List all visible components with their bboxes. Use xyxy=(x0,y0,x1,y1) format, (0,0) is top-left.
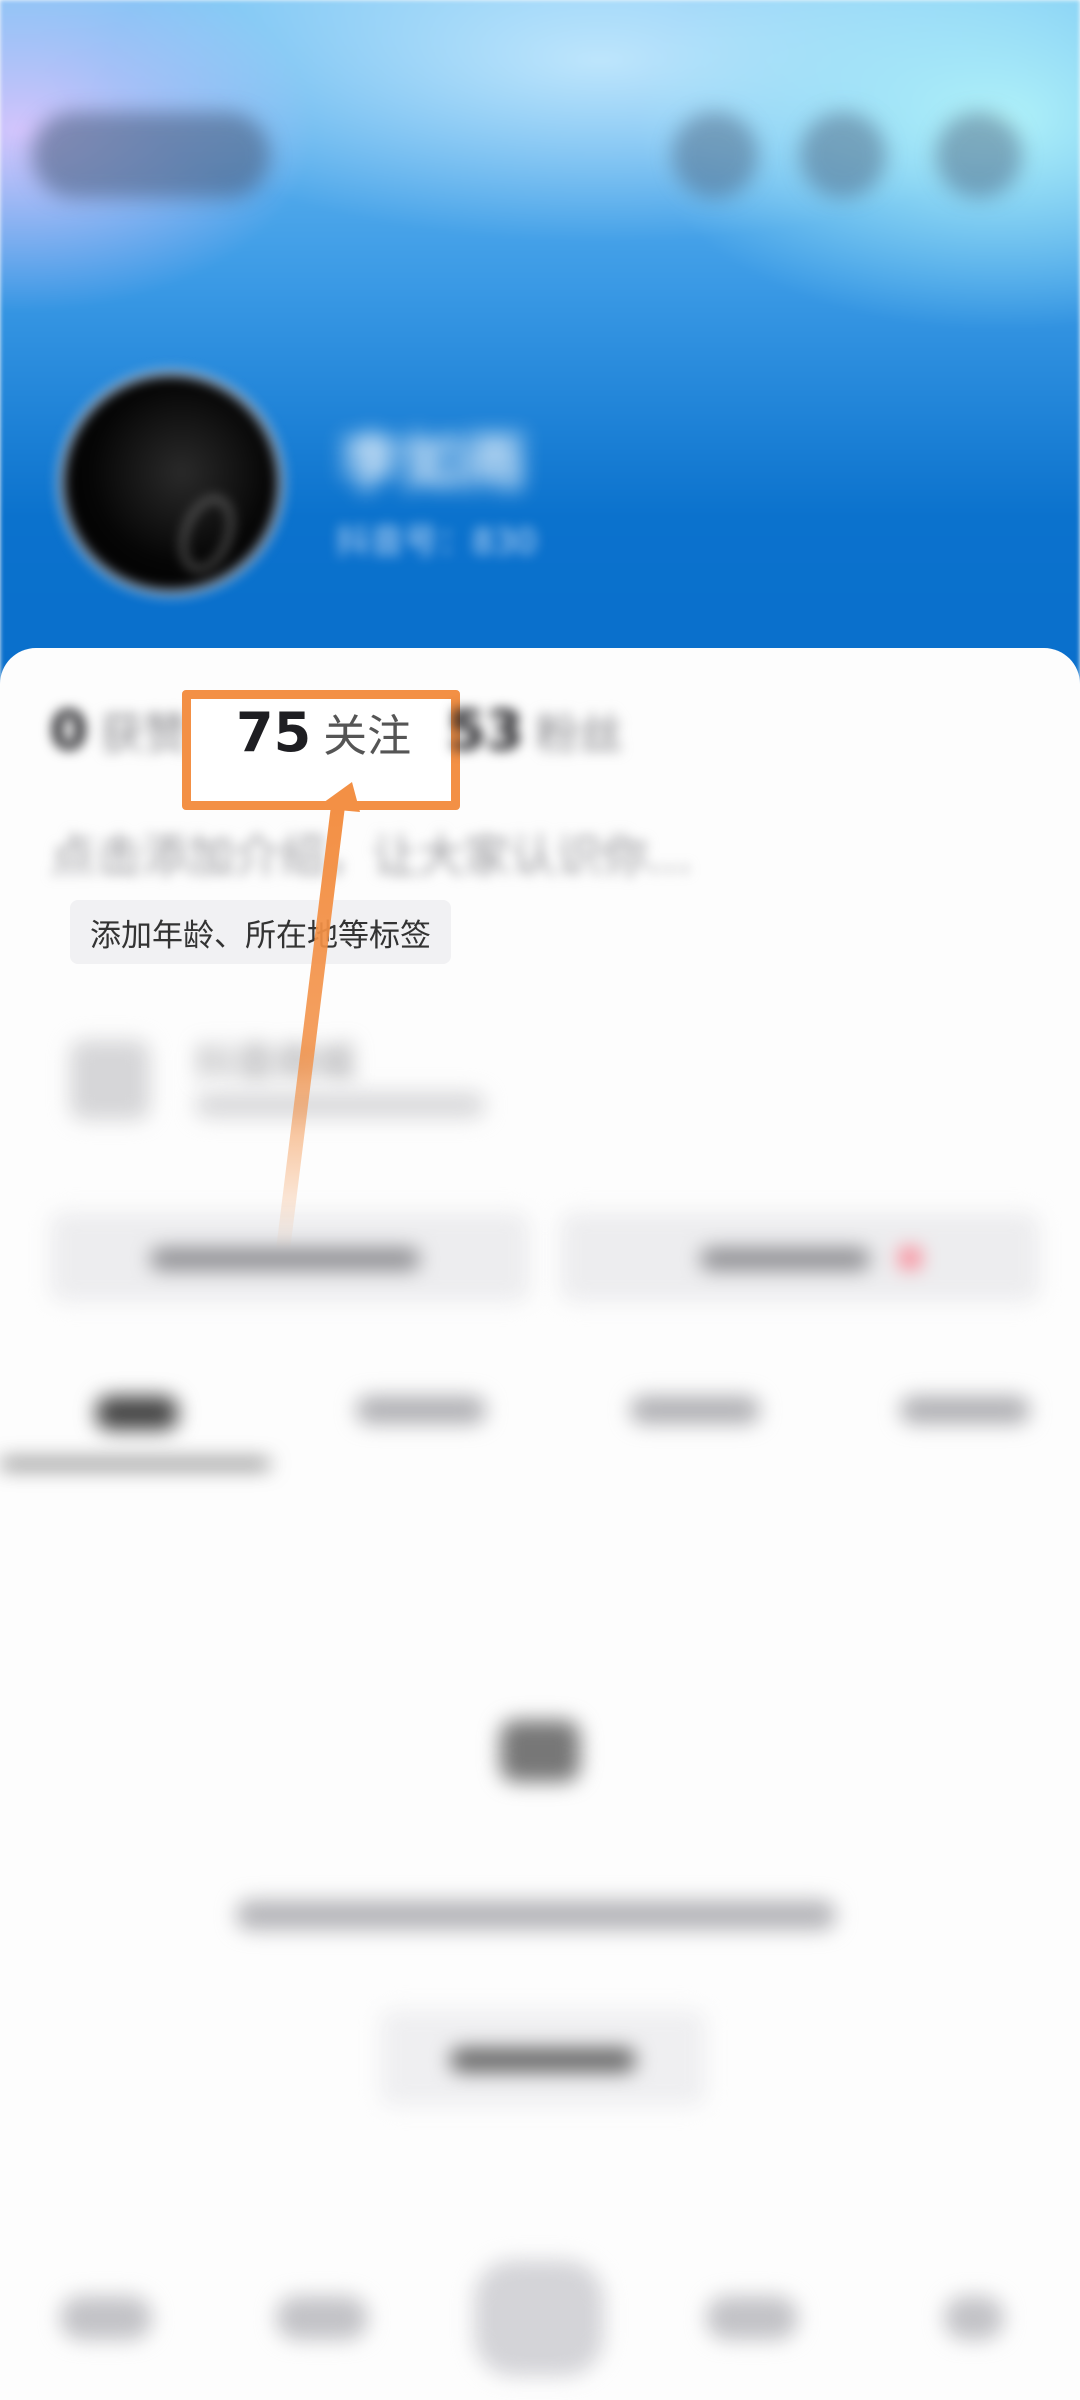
pointer-arrow-icon xyxy=(276,782,360,1257)
